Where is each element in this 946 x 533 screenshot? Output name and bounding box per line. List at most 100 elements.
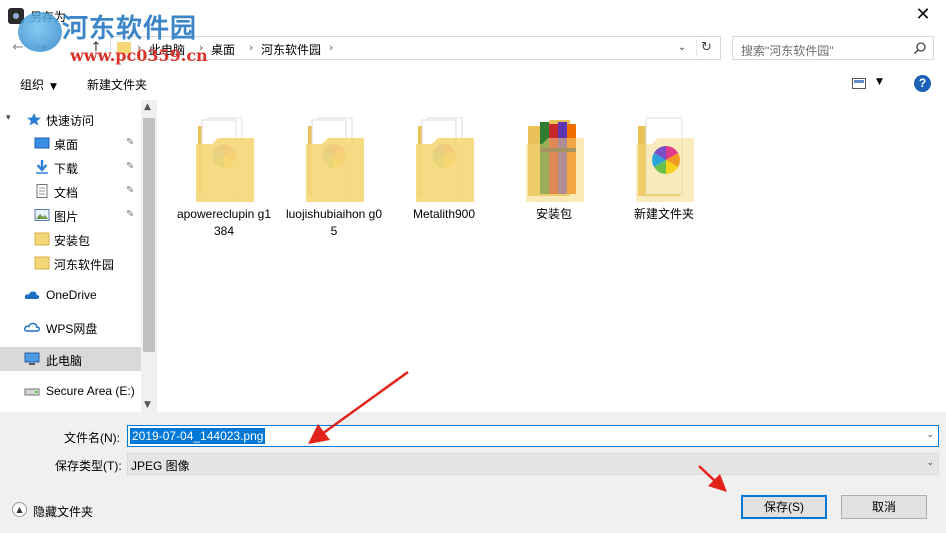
- address-row: ← → ↑ › 此电脑 › 桌面 › 河东软件园 › ⌄ ↻ 搜索"河东软件园": [0, 34, 946, 62]
- chevron-down-icon[interactable]: ⌄: [926, 430, 934, 440]
- sidebar-item-documents[interactable]: 文档 ✎: [0, 179, 141, 203]
- chevron-down-icon[interactable]: ⌄: [926, 458, 934, 468]
- address-bar[interactable]: › 此电脑 › 桌面 › 河东软件园 › ⌄ ↻: [110, 36, 721, 60]
- sidebar-item-label: OneDrive: [46, 288, 97, 302]
- file-name: 安装包: [535, 207, 572, 221]
- folder-icon: [636, 117, 694, 202]
- chevron-down-icon[interactable]: ▾: [6, 113, 11, 123]
- file-item-metalith900[interactable]: Metalith900: [394, 114, 494, 244]
- refresh-icon[interactable]: ↻: [696, 39, 716, 57]
- file-item-luojishubiaihong[interactable]: luojishubiaihon g05: [284, 114, 384, 244]
- search-placeholder: 搜索"河东软件园": [741, 44, 834, 58]
- search-input[interactable]: 搜索"河东软件园": [732, 36, 934, 60]
- scroll-up-icon[interactable]: ▲: [144, 102, 151, 112]
- sidebar-item-downloads[interactable]: 下载 ✎: [0, 155, 141, 179]
- toolbar: 组织 ▼ 新建文件夹 ▼ ?: [0, 70, 946, 98]
- hide-folders-label: 隐藏文件夹: [33, 505, 94, 519]
- chevron-up-icon: ▲: [12, 502, 27, 517]
- save-button[interactable]: 保存(S): [741, 495, 827, 519]
- cloud-icon: [24, 291, 40, 299]
- picture-icon: [34, 209, 50, 221]
- filename-value: 2019-07-04_144023.png: [130, 428, 266, 444]
- sidebar-item-label: 快速访问: [46, 114, 95, 128]
- filename-label: 文件名(N):: [64, 431, 120, 445]
- scroll-down-icon[interactable]: ▼: [144, 400, 151, 410]
- drive-icon: [24, 388, 40, 396]
- desktop-icon: [34, 137, 50, 149]
- title-bar: 另存为 ✕: [0, 0, 946, 32]
- breadcrumb-separator: ›: [329, 41, 334, 54]
- sidebar-item-label: 安装包: [54, 234, 91, 248]
- file-list: apowereclupin g1384 luojishubiaihon g05: [159, 100, 946, 412]
- download-icon: [36, 160, 48, 174]
- sidebar-item-install-pack[interactable]: 安装包: [0, 227, 141, 251]
- view-options-icon[interactable]: [852, 78, 866, 89]
- folder-icon: [306, 117, 364, 202]
- file-name: 新建文件夹: [633, 207, 694, 221]
- forward-button[interactable]: →: [32, 38, 52, 58]
- file-type-value: JPEG 图像: [131, 459, 190, 473]
- breadcrumb-desktop[interactable]: 桌面: [211, 41, 235, 58]
- folder-icon: [416, 117, 474, 202]
- app-icon: [8, 8, 24, 24]
- help-icon[interactable]: ?: [914, 75, 931, 92]
- chevron-down-icon: ▼: [50, 82, 57, 92]
- window-title: 另存为: [30, 10, 67, 24]
- back-button[interactable]: ←: [8, 38, 28, 58]
- file-item-install-pack[interactable]: 安装包: [504, 114, 604, 244]
- pin-icon[interactable]: ✎: [126, 209, 134, 220]
- save-options-panel: 文件名(N): 2019-07-04_144023.png ⌄ 保存类型(T):…: [0, 412, 946, 533]
- folder-icon: [117, 42, 131, 54]
- address-dropdown-icon[interactable]: ⌄: [674, 40, 690, 56]
- chevron-down-icon[interactable]: ▼: [876, 77, 883, 87]
- sidebar-item-onedrive[interactable]: OneDrive: [0, 283, 141, 307]
- sidebar-item-label: WPS网盘: [46, 322, 98, 336]
- organize-button[interactable]: 组织 ▼: [20, 76, 57, 93]
- sidebar-item-desktop[interactable]: 桌面 ✎: [0, 131, 141, 155]
- cancel-button[interactable]: 取消: [841, 495, 927, 519]
- file-type-label: 保存类型(T):: [55, 459, 122, 473]
- document-icon: [36, 184, 48, 198]
- folder-icon: [34, 256, 50, 270]
- breadcrumb-separator: ›: [249, 41, 254, 54]
- archive-folder-icon: [526, 120, 584, 202]
- close-button[interactable]: ✕: [900, 0, 946, 32]
- folder-icon: [34, 232, 50, 246]
- breadcrumb-separator: ›: [199, 41, 204, 54]
- new-folder-button[interactable]: 新建文件夹: [87, 76, 147, 93]
- sidebar-item-secure-area[interactable]: Secure Area (E:): [0, 379, 141, 403]
- star-icon: [27, 113, 41, 126]
- file-type-select[interactable]: JPEG 图像 ⌄: [127, 453, 939, 475]
- cloud-icon: [24, 322, 40, 332]
- sidebar-item-quick-access[interactable]: ▾ 快速访问: [0, 107, 141, 131]
- scrollbar-thumb[interactable]: [143, 118, 155, 352]
- sidebar-item-label: 文档: [54, 186, 79, 200]
- computer-icon: [24, 352, 40, 365]
- sidebar-item-label: 此电脑: [46, 354, 83, 368]
- file-item-apowereclupin[interactable]: apowereclupin g1384: [174, 114, 274, 244]
- navigation-pane: ▾ 快速访问 桌面 ✎ 下载 ✎ 文档 ✎ 图片 ✎ 安装包 河东软件园 One…: [0, 100, 157, 412]
- pin-icon[interactable]: ✎: [126, 137, 134, 148]
- up-button[interactable]: ↑: [86, 38, 106, 58]
- search-icon: [913, 42, 926, 55]
- sidebar-item-hedong[interactable]: 河东软件园: [0, 251, 141, 275]
- pin-icon[interactable]: ✎: [126, 161, 134, 172]
- sidebar-item-pictures[interactable]: 图片 ✎: [0, 203, 141, 227]
- sidebar-item-label: Secure Area (E:): [46, 384, 135, 398]
- file-name: apowereclupin g1384: [176, 207, 272, 238]
- sidebar-item-wps-drive[interactable]: WPS网盘: [0, 315, 141, 339]
- breadcrumb-this-pc[interactable]: 此电脑: [149, 41, 185, 58]
- sidebar-item-label: 下载: [54, 162, 79, 176]
- navigation-scrollbar[interactable]: ▲ ▼: [141, 100, 157, 412]
- sidebar-item-this-pc[interactable]: 此电脑: [0, 347, 141, 371]
- pin-icon[interactable]: ✎: [126, 185, 134, 196]
- breadcrumb-separator: ›: [137, 41, 142, 54]
- file-item-new-folder[interactable]: 新建文件夹: [614, 114, 714, 244]
- breadcrumb-hedong[interactable]: 河东软件园: [261, 41, 321, 58]
- organize-label: 组织: [20, 78, 45, 92]
- file-name: luojishubiaihon g05: [285, 207, 383, 238]
- folder-icon: [196, 117, 254, 202]
- sidebar-item-label: 河东软件园: [54, 258, 115, 272]
- filename-field[interactable]: 2019-07-04_144023.png ⌄: [127, 425, 939, 447]
- sidebar-item-label: 桌面: [54, 138, 79, 152]
